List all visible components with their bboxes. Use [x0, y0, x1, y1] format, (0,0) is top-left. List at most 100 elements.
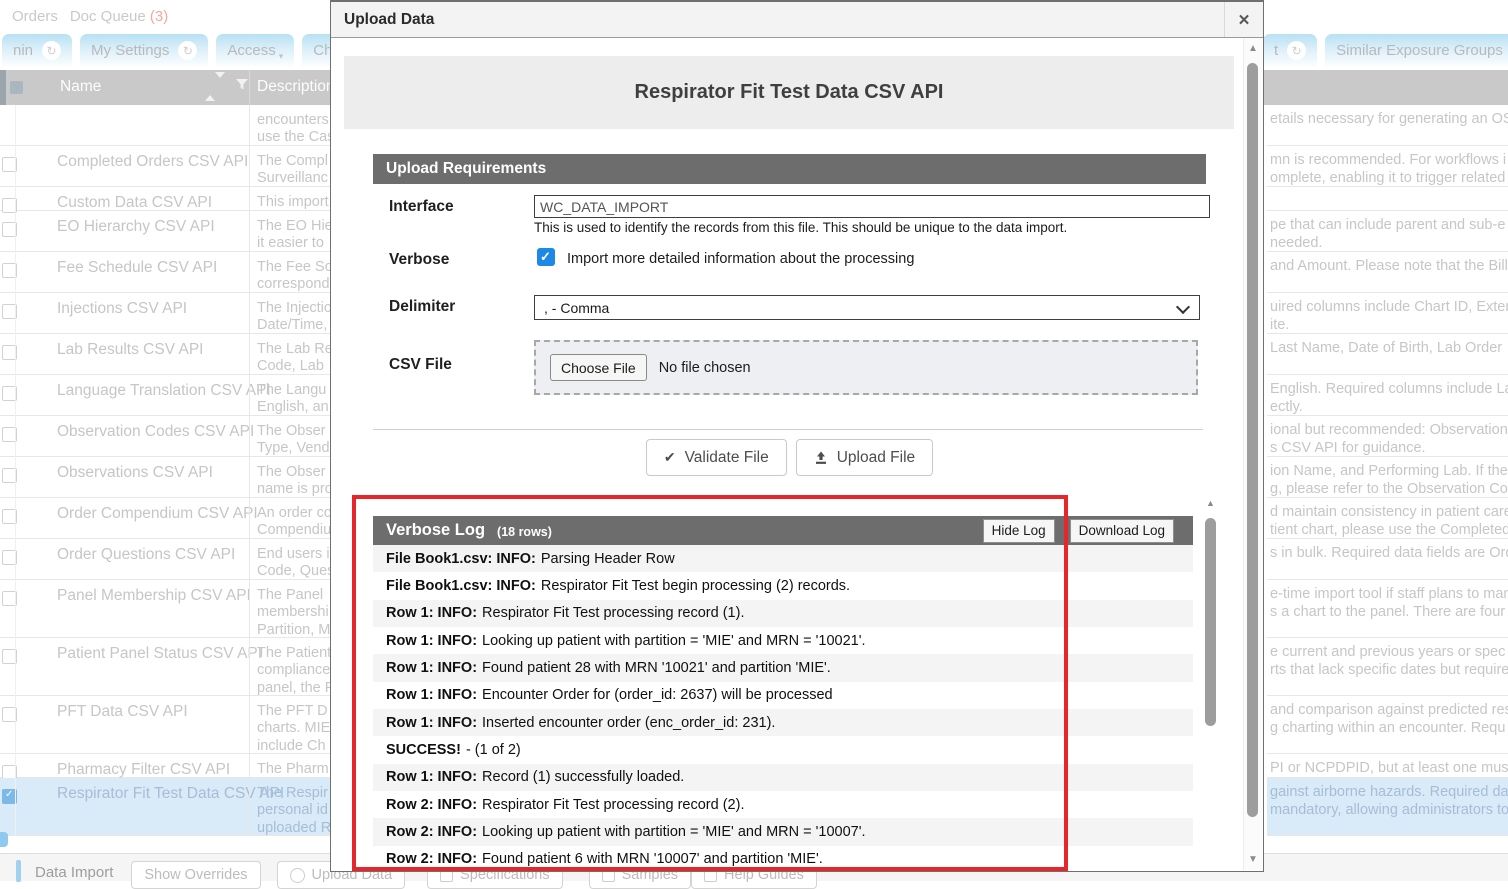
table-row-description[interactable] [1267, 187, 1508, 211]
csv-file-label: CSV File [389, 356, 452, 374]
refresh-icon[interactable]: ↻ [1287, 41, 1306, 60]
footer-title: Data Import [35, 864, 113, 881]
table-row[interactable]: Panel Membership CSV API The Panel membe… [0, 580, 330, 638]
table-row-description[interactable]: PI or NCPDPID, but at least one must [1267, 754, 1508, 778]
table-row[interactable]: EO Hierarchy CSV API The EO Hie it easie… [0, 211, 330, 252]
table-row[interactable]: Lab Results CSV API The Lab Re Code, Lab [0, 334, 330, 375]
table-row-description[interactable]: e current and previous years or spec rts… [1267, 638, 1508, 696]
row-name: Panel Membership CSV API [57, 587, 251, 605]
delimiter-selected-value: , - Comma [544, 300, 609, 316]
hide-log-button[interactable]: Hide Log [983, 519, 1055, 543]
table-header-right [1263, 70, 1508, 105]
row-description-fragment: The Obser Type, Vend [257, 423, 330, 458]
api-table-left: encounters use the Cas Completed Orders … [0, 105, 330, 836]
table-row[interactable]: Pharmacy Filter CSV API The Pharm [0, 754, 330, 778]
upload-file-button[interactable]: Upload File [796, 439, 933, 476]
row-description-fragment: This import [257, 194, 329, 211]
log-row-text: Inserted encounter order (enc_order_id: … [482, 715, 775, 731]
table-row[interactable]: Observation Codes CSV API The Obser Type… [0, 416, 330, 457]
table-row-description[interactable]: English. Required columns include La ect… [1267, 375, 1508, 416]
log-row-text: Encounter Order for (order_id: 2637) wil… [482, 687, 833, 703]
table-row-description[interactable]: d maintain consistency in patient care t… [1267, 498, 1508, 539]
table-row[interactable]: Completed Orders CSV API The Compl Surve… [0, 146, 330, 187]
row-name: Pharmacy Filter CSV API [57, 761, 230, 779]
nav-tab[interactable]: nin ↻ ▾ [2, 34, 72, 67]
nav-tab[interactable]: My Settings ↻ ▾ [80, 34, 208, 67]
verbose-log-count: (18 rows) [497, 525, 552, 539]
refresh-icon[interactable]: ↻ [178, 41, 197, 60]
table-row-description[interactable]: ion Name, and Performing Lab. If the g, … [1267, 457, 1508, 498]
table-row[interactable]: Order Compendium CSV API An order co Com… [0, 498, 330, 539]
log-row-text: - (1 of 2) [466, 742, 521, 758]
nav-doc-queue[interactable]: Doc Queue (3) [70, 8, 168, 25]
verbose-checkbox-label: Import more detailed information about t… [567, 251, 914, 267]
csv-dropzone[interactable]: Choose File No file chosen [534, 340, 1198, 395]
table-row[interactable]: Respirator Fit Test Data CSV API The Res… [0, 778, 330, 836]
table-row-description[interactable]: s in bulk. Required data fields are Ord [1267, 539, 1508, 580]
action-buttons: ✔ Validate File Upload File [373, 439, 1206, 476]
delimiter-select[interactable]: , - Comma [534, 295, 1200, 320]
table-row[interactable]: Language Translation CSV API The Langu E… [0, 375, 330, 416]
api-table-right: etails necessary for generating an OS mn… [1267, 105, 1508, 836]
log-row-prefix: Row 1: INFO: [386, 633, 477, 649]
select-all-checkbox[interactable] [10, 81, 23, 94]
modal-scrollbar-thumb[interactable] [1247, 63, 1258, 817]
log-scrollbar[interactable]: ▲ [1204, 498, 1218, 871]
nav-tab[interactable]: Chart ↻ ▾ [302, 34, 330, 67]
table-row[interactable]: PFT Data CSV API The PFT D charts. MIE i… [0, 696, 330, 754]
table-row[interactable]: Patient Panel Status CSV API The Patient… [0, 638, 330, 696]
row-name: Lab Results CSV API [57, 341, 203, 359]
table-row[interactable]: Observations CSV API The Obser name is p… [0, 457, 330, 498]
table-row-description[interactable]: gainst airborne hazards. Required da man… [1267, 778, 1508, 836]
scroll-up-icon[interactable]: ▲ [1206, 498, 1215, 508]
row-name: Observation Codes CSV API [57, 423, 254, 441]
table-row-description[interactable]: and comparison against predicted res g c… [1267, 696, 1508, 754]
table-row[interactable]: Order Questions CSV API End users i Code… [0, 539, 330, 580]
nav-tab[interactable]: t ↻ [1263, 34, 1317, 67]
table-row-description[interactable]: mn is recommended. For workflows i omple… [1267, 146, 1508, 187]
log-scrollbar-thumb[interactable] [1205, 518, 1216, 726]
table-row-description[interactable]: etails necessary for generating an OS [1267, 105, 1508, 146]
close-icon[interactable]: ✕ [1224, 2, 1263, 37]
footer-button[interactable]: Show Overrides [131, 861, 260, 889]
table-row-description[interactable]: and Amount. Please note that the Billi [1267, 252, 1508, 293]
row-name: Language Translation CSV API [57, 382, 271, 400]
footer-tab-accent [16, 860, 21, 882]
interface-input[interactable] [534, 195, 1210, 218]
nav-orders[interactable]: Orders [12, 8, 58, 25]
verbose-log-rows: File Book1.csv: INFO: Parsing Header Row… [373, 545, 1193, 871]
scroll-up-icon[interactable]: ▲ [1248, 43, 1258, 54]
modal-scrollbar[interactable]: ▲ ▼ [1243, 38, 1262, 870]
row-description-fragment: The Patient compliance panel, the F [257, 645, 330, 697]
table-row[interactable]: Fee Schedule CSV API The Fee Sc correspo… [0, 252, 330, 293]
verbose-checkbox[interactable] [537, 248, 555, 266]
delimiter-label: Delimiter [389, 298, 455, 316]
table-row-description[interactable]: Last Name, Date of Birth, Lab Order [1267, 334, 1508, 375]
table-row-description[interactable]: pe that can include parent and sub-e nee… [1267, 211, 1508, 252]
log-row-prefix: Row 1: INFO: [386, 660, 477, 676]
table-row-description[interactable]: ional but recommended: Observation s CSV… [1267, 416, 1508, 457]
row-description-fragment: The EO Hie it easier to [257, 218, 330, 253]
column-header-name[interactable]: Name [60, 78, 101, 96]
nav-tab[interactable]: Access ↻ ▾ [216, 34, 294, 67]
table-row[interactable]: Injections CSV API The Injectio Date/Tim… [0, 293, 330, 334]
log-row-text: Respirator Fit Test processing record (2… [482, 797, 744, 813]
validate-file-button[interactable]: ✔ Validate File [646, 439, 787, 476]
scroll-down-icon[interactable]: ▼ [1248, 854, 1258, 865]
nav-tab[interactable]: Similar Exposure Groups (SEG ↻ [1325, 34, 1508, 67]
table-row-description[interactable]: e-time import tool if staff plans to man… [1267, 580, 1508, 638]
table-row[interactable]: encounters use the Cas [0, 105, 330, 146]
filter-icon[interactable] [235, 78, 249, 96]
table-row-description[interactable]: uired columns include Chart ID, Exter it… [1267, 293, 1508, 334]
divider [373, 429, 1203, 430]
refresh-icon[interactable]: ↻ [42, 41, 61, 60]
download-log-button[interactable]: Download Log [1070, 519, 1174, 543]
column-header-description[interactable]: Description [257, 78, 335, 96]
log-row-prefix: Row 1: INFO: [386, 715, 477, 731]
log-row: File Book1.csv: INFO: Parsing Header Row [373, 545, 1193, 572]
table-row[interactable]: Custom Data CSV API This import [0, 187, 330, 211]
row-description-fragment: encounters use the Cas [257, 112, 330, 147]
choose-file-button[interactable]: Choose File [550, 354, 647, 381]
sort-icon[interactable] [205, 78, 225, 96]
doc-queue-badge: (3) [150, 8, 168, 25]
